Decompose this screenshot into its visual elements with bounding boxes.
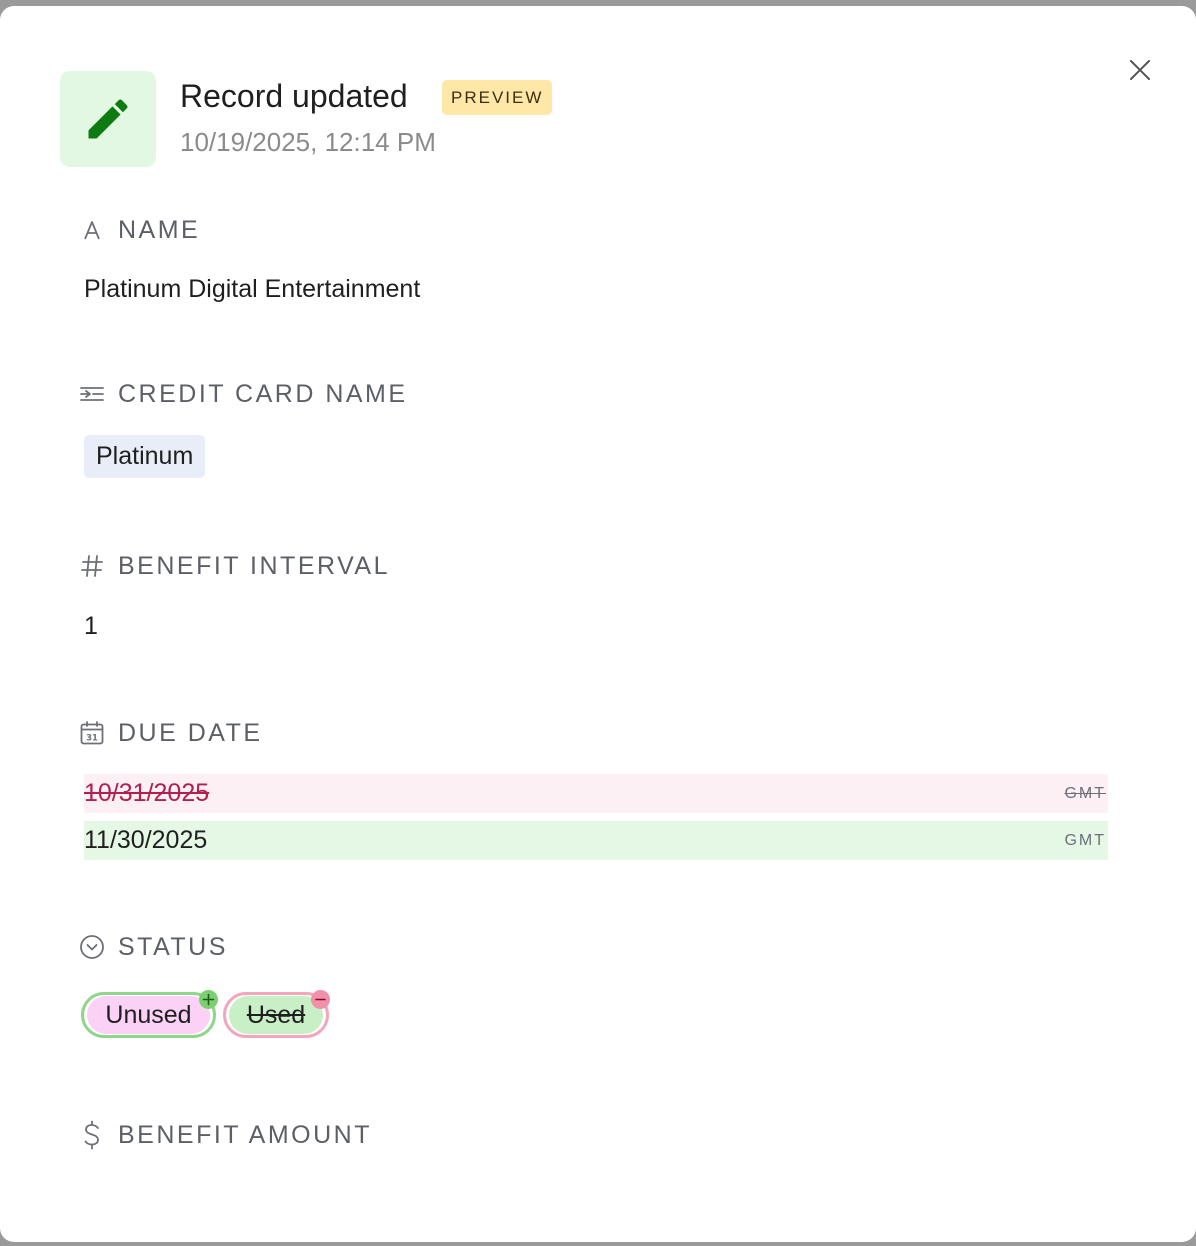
field-label-text: DUE DATE [118,718,263,747]
svg-text:31: 31 [86,734,98,744]
field-label-text: CREDIT CARD NAME [118,379,408,408]
status-removed-label: Used [228,996,324,1034]
close-icon [1130,60,1150,80]
field-label-benefit-interval: BENEFIT INTERVAL [78,551,390,581]
status-added-chip[interactable]: Unused [81,992,216,1038]
dialog-title: Record updated [180,78,408,114]
field-label-name: NAME [78,215,200,245]
text-type-icon [78,216,106,244]
record-updated-icon-tile [60,71,156,167]
field-label-text: BENEFIT INTERVAL [118,551,391,580]
field-label-text: NAME [118,215,201,244]
close-button[interactable] [1124,54,1156,86]
single-select-icon [78,933,106,961]
minus-icon [311,990,330,1009]
benefit-interval-value: 1 [84,612,98,640]
field-label-credit-card-name: CREDIT CARD NAME [78,379,408,409]
record-update-dialog: Record updated PREVIEW 10/19/2025, 12:14… [0,6,1196,1242]
field-label-benefit-amount: BENEFIT AMOUNT [78,1120,372,1150]
field-label-due-date: 31 DUE DATE [78,718,263,748]
status-added-label: Unused [87,996,210,1034]
old-timezone: GMT [1064,784,1106,802]
pencil-icon [88,99,128,139]
field-label-text: STATUS [118,932,228,961]
new-due-date: 11/30/2025 [84,826,208,854]
new-timezone: GMT [1064,831,1106,849]
calendar-icon: 31 [78,719,106,747]
due-date-removed-row: 10/31/2025 GMT [84,774,1108,813]
plus-icon [199,990,218,1009]
name-value: Platinum Digital Entertainment [84,275,421,303]
field-label-text: BENEFIT AMOUNT [118,1120,373,1149]
dollar-icon [78,1120,106,1150]
number-hash-icon [78,552,106,580]
preview-badge: PREVIEW [442,80,553,115]
linked-record-icon [78,380,106,408]
timestamp: 10/19/2025, 12:14 PM [180,127,436,157]
due-date-added-row: 11/30/2025 GMT [84,821,1108,860]
field-label-status: STATUS [78,932,228,962]
credit-card-chip[interactable]: Platinum [84,435,206,478]
old-due-date: 10/31/2025 [84,779,210,807]
